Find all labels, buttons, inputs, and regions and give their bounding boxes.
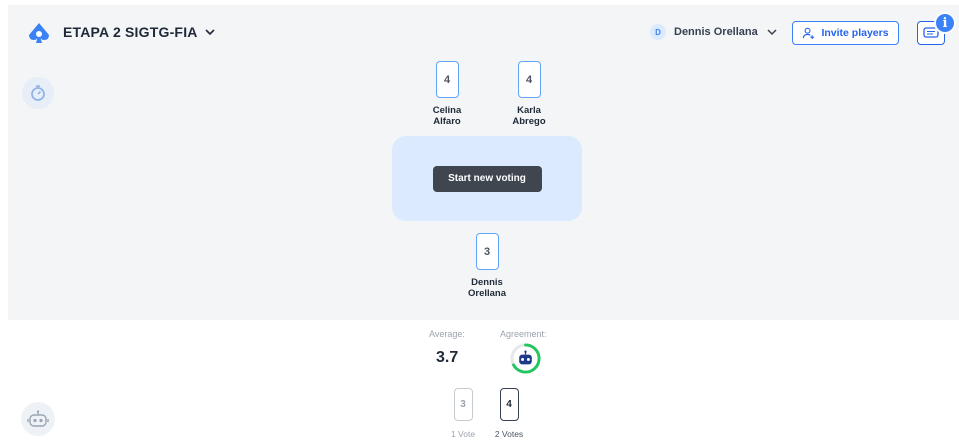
avatar: D: [650, 24, 666, 40]
robot-button[interactable]: [21, 402, 55, 436]
game-title: ETAPA 2 SIGTG-FIA: [63, 24, 198, 40]
player-card: 3: [475, 233, 499, 270]
vote-card: 4: [499, 388, 519, 421]
player-seat: 4 Celina Alfaro: [412, 61, 482, 127]
player-name: Celina Alfaro: [432, 105, 462, 127]
agreement-ring: [510, 343, 541, 374]
stopwatch-icon: [31, 85, 45, 101]
user-plus-icon: [803, 27, 815, 39]
vote-count: 2 Votes: [494, 429, 524, 439]
player-name: Karla Abrego: [512, 105, 546, 127]
start-new-voting-button[interactable]: Start new voting: [432, 165, 542, 192]
player-seat: 3 Dennis Orellana: [452, 233, 522, 299]
robot-icon: [519, 350, 532, 365]
info-icon[interactable]: i: [934, 12, 956, 34]
vote-distribution-item: 4 2 Votes: [484, 388, 534, 439]
vote-card: 3: [453, 388, 473, 421]
voting-table: Start new voting: [392, 136, 582, 221]
user-menu[interactable]: D Dennis Orellana: [650, 24, 778, 40]
game-title-dropdown[interactable]: ETAPA 2 SIGTG-FIA: [63, 24, 216, 40]
vote-distribution-item: 3 1 Vote: [438, 388, 488, 439]
chevron-down-icon: [767, 29, 777, 36]
spade-logo-icon[interactable]: [28, 22, 50, 44]
robot-icon: [27, 410, 49, 427]
timer-button[interactable]: [22, 77, 54, 109]
invite-players-label: Invite players: [821, 27, 889, 39]
invite-players-button[interactable]: Invite players: [792, 21, 899, 45]
player-card: 4: [517, 61, 541, 98]
vote-count: 1 Vote: [450, 429, 476, 439]
chevron-down-icon: [205, 29, 215, 36]
average-label: Average:: [429, 329, 465, 339]
user-name: Dennis Orellana: [674, 26, 758, 38]
player-name: Dennis Orellana: [467, 277, 507, 299]
average-value: 3.7: [436, 349, 459, 366]
agreement-label: Agreement:: [500, 329, 547, 339]
player-card: 4: [435, 61, 459, 98]
player-seat: 4 Karla Abrego: [494, 61, 564, 127]
